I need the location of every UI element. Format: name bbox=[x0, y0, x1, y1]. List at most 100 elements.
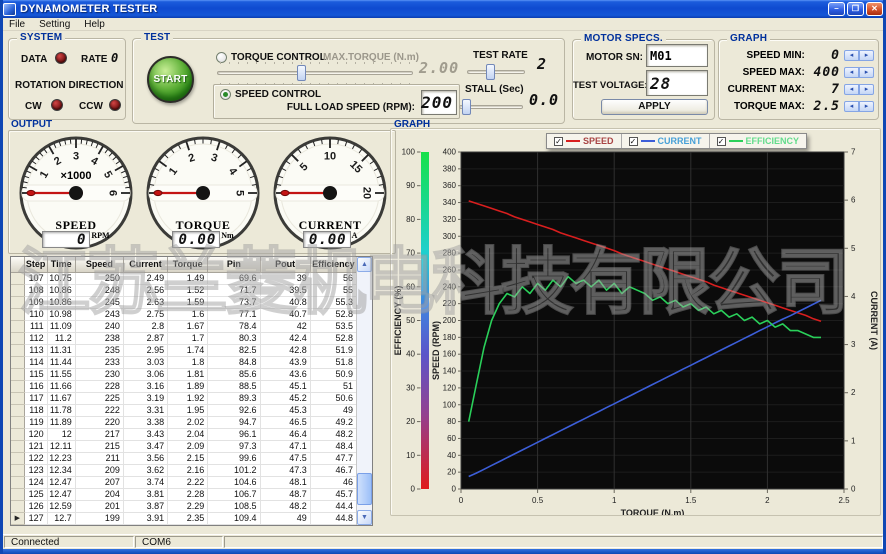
table-row[interactable]: 11611.662283.161.8988.545.151 bbox=[11, 380, 357, 392]
table-cell: 225 bbox=[75, 392, 123, 404]
restore-button[interactable]: ❐ bbox=[847, 2, 864, 16]
table-row[interactable]: 12612.592013.872.29108.548.244.4 bbox=[11, 500, 357, 512]
table-cell: 3.06 bbox=[123, 368, 167, 380]
speed-gauge-display: 0 bbox=[42, 231, 90, 248]
table-row[interactable]: 12112.112153.472.0997.347.148.4 bbox=[11, 440, 357, 452]
table-cell: 228 bbox=[75, 380, 123, 392]
table-row[interactable]: 11010.982432.751.677.140.752.8 bbox=[11, 308, 357, 320]
table-cell: 215 bbox=[75, 440, 123, 452]
table-row[interactable]: ▶12712.71993.912.35109.44944.8 bbox=[11, 512, 357, 524]
table-header-cell[interactable]: Efficiency bbox=[310, 257, 356, 272]
table-cell: 10.75 bbox=[47, 272, 75, 284]
test-voltage-field[interactable]: 28 bbox=[646, 70, 708, 96]
speed-max-decrement[interactable]: ◂ bbox=[844, 67, 859, 78]
speed-min-increment[interactable]: ▸ bbox=[859, 50, 874, 61]
table-cell: 2.16 bbox=[168, 464, 208, 476]
table-cell: 82.5 bbox=[208, 344, 260, 356]
rotation-direction-label: ROTATION DIRECTION bbox=[15, 80, 124, 91]
test-rate-label: TEST RATE bbox=[473, 50, 528, 61]
menu-item-file[interactable]: File bbox=[9, 19, 25, 30]
table-header-cell[interactable]: Pin bbox=[208, 257, 260, 272]
table-row[interactable]: 120122173.432.0496.146.448.2 bbox=[11, 428, 357, 440]
table-row[interactable]: 11111.092402.81.6778.44253.5 bbox=[11, 320, 357, 332]
stall-slider-thumb[interactable] bbox=[462, 99, 471, 115]
menu-item-help[interactable]: Help bbox=[84, 19, 105, 30]
max-torque-slider-thumb[interactable] bbox=[297, 65, 306, 81]
torque-max-increment[interactable]: ▸ bbox=[859, 101, 874, 112]
table-row[interactable]: 12312.342093.622.16101.247.346.7 bbox=[11, 464, 357, 476]
table-cell: 250 bbox=[75, 272, 123, 284]
svg-text:80: 80 bbox=[447, 417, 456, 426]
table-header-cell[interactable]: Speed bbox=[75, 257, 123, 272]
current-max-value: 7 bbox=[805, 82, 840, 97]
table-cell: 1.92 bbox=[168, 392, 208, 404]
close-button[interactable]: ✕ bbox=[866, 2, 883, 16]
efficiency-legend-line bbox=[729, 140, 743, 142]
table-cell: 235 bbox=[75, 344, 123, 356]
table-row[interactable]: 12412.472073.742.22104.648.146 bbox=[11, 476, 357, 488]
svg-text:140: 140 bbox=[443, 367, 457, 376]
torque-max-decrement[interactable]: ◂ bbox=[844, 101, 859, 112]
table-row[interactable]: 11211.22382.871.780.342.452.8 bbox=[11, 332, 357, 344]
table-cell: 119 bbox=[24, 416, 47, 428]
table-row[interactable]: 12212.232113.562.1599.647.547.7 bbox=[11, 452, 357, 464]
table-header-cell[interactable]: Current bbox=[123, 257, 167, 272]
table-row[interactable]: 12512.472043.812.28106.748.745.7 bbox=[11, 488, 357, 500]
graph-panel: ✓ SPEED ✓ CURRENT ✓ EFFICIENCY 010203040… bbox=[390, 128, 881, 516]
stall-slider[interactable] bbox=[459, 99, 523, 115]
speed-gauge-multiplier: ×1000 bbox=[17, 170, 135, 182]
svg-text:0.5: 0.5 bbox=[532, 496, 544, 505]
speed-max-increment[interactable]: ▸ bbox=[859, 67, 874, 78]
table-cell: 2.75 bbox=[123, 308, 167, 320]
table-row[interactable]: 11711.672253.191.9289.345.250.6 bbox=[11, 392, 357, 404]
torque-gauge-value: 0.00 bbox=[179, 232, 217, 248]
full-load-speed-value: 200 bbox=[421, 93, 453, 112]
table-row[interactable]: 11811.782223.311.9592.645.349 bbox=[11, 404, 357, 416]
svg-text:80: 80 bbox=[406, 215, 415, 224]
current-max-increment[interactable]: ▸ bbox=[859, 84, 874, 95]
current-max-decrement[interactable]: ◂ bbox=[844, 84, 859, 95]
table-cell: 3.19 bbox=[123, 392, 167, 404]
test-rate-value: 2 bbox=[537, 55, 547, 73]
test-rate-slider-thumb[interactable] bbox=[486, 64, 495, 80]
table-cell: 110 bbox=[24, 308, 47, 320]
table-row[interactable]: 10810.862482.561.5271.739.555 bbox=[11, 284, 357, 296]
scroll-down-button[interactable]: ▼ bbox=[357, 510, 372, 525]
table-row[interactable]: 11311.312352.951.7482.542.851.9 bbox=[11, 344, 357, 356]
svg-text:0: 0 bbox=[851, 485, 856, 494]
table-header-cell[interactable]: Time bbox=[47, 257, 75, 272]
max-torque-slider[interactable] bbox=[217, 65, 413, 81]
table-scrollbar[interactable]: ▲ ▼ bbox=[356, 257, 372, 525]
torque-max-label: TORQUE MAX: bbox=[719, 101, 805, 112]
start-button[interactable]: START bbox=[147, 56, 194, 103]
table-cell: 78.4 bbox=[208, 320, 260, 332]
table-cell: 44.8 bbox=[310, 512, 356, 524]
table-row[interactable]: 10910.862452.631.5973.740.855.3 bbox=[11, 296, 357, 308]
svg-text:CURRENT (A): CURRENT (A) bbox=[869, 291, 879, 350]
scroll-thumb[interactable] bbox=[357, 473, 372, 505]
table-cell: 42.8 bbox=[260, 344, 310, 356]
graph-settings-caption: GRAPH bbox=[727, 33, 770, 44]
table-cell: 209 bbox=[75, 464, 123, 476]
motor-sn-field[interactable]: M01 bbox=[646, 44, 708, 67]
table-cell: 48.4 bbox=[310, 440, 356, 452]
table-cell: 11.31 bbox=[47, 344, 75, 356]
table-header-cell[interactable]: Pout bbox=[260, 257, 310, 272]
table-row[interactable]: 11911.892203.382.0294.746.549.2 bbox=[11, 416, 357, 428]
current-max-row: CURRENT MAX: 7 ◂▸ bbox=[719, 81, 878, 98]
scroll-up-button[interactable]: ▲ bbox=[357, 257, 372, 272]
table-row[interactable]: 10710.752502.491.4969.63956 bbox=[11, 272, 357, 284]
table-cell: 12 bbox=[47, 428, 75, 440]
table-header-cell[interactable]: Step bbox=[24, 257, 47, 272]
speed-control-radio[interactable] bbox=[220, 89, 231, 100]
table-row[interactable]: 11411.442333.031.884.843.951.8 bbox=[11, 356, 357, 368]
menu-item-setting[interactable]: Setting bbox=[39, 19, 70, 30]
table-row[interactable]: 11511.552303.061.8185.643.650.9 bbox=[11, 368, 357, 380]
speed-min-decrement[interactable]: ◂ bbox=[844, 50, 859, 61]
table-cell: 121 bbox=[24, 440, 47, 452]
test-rate-slider[interactable] bbox=[467, 64, 525, 80]
table-cell: 45.3 bbox=[260, 404, 310, 416]
apply-button[interactable]: APPLY bbox=[601, 99, 708, 115]
table-header-cell[interactable]: Torque bbox=[168, 257, 208, 272]
minimize-button[interactable]: – bbox=[828, 2, 845, 16]
